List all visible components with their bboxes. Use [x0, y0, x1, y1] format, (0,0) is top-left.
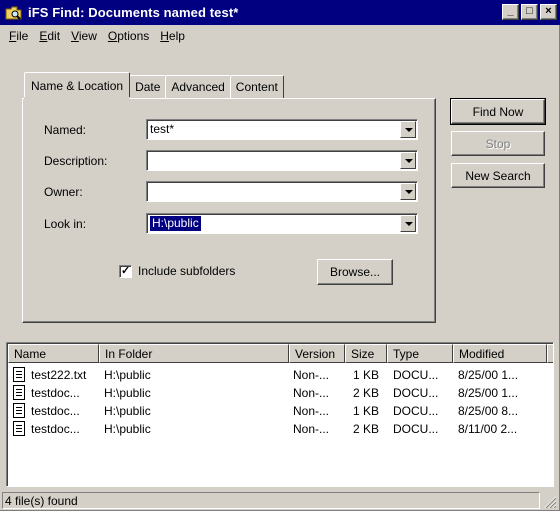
cell-version: Non-...: [293, 422, 330, 436]
cell-type: DOCU...: [393, 368, 439, 382]
new-search-button[interactable]: New Search: [451, 163, 545, 188]
cell-folder: H:\public: [104, 404, 151, 418]
browse-button[interactable]: Browse...: [317, 259, 393, 285]
cell-size: 1 KB: [353, 404, 380, 418]
cell-version: Non-...: [293, 386, 330, 400]
cell-version: Non-...: [293, 368, 330, 382]
menu-file[interactable]: File: [4, 29, 34, 43]
resize-grip-icon[interactable]: [543, 495, 557, 509]
tab-strip: Name & Location Date Advanced Content: [24, 72, 284, 100]
results-list[interactable]: Name In Folder Version Size Type Modifie…: [6, 342, 554, 487]
cell-name: testdoc...: [31, 404, 80, 418]
table-row[interactable]: test222.txt H:\public Non-... 1 KB DOCU.…: [8, 367, 548, 384]
tab-label: Name & Location: [31, 78, 124, 93]
tab-content[interactable]: Content: [229, 75, 284, 98]
cell-version: Non-...: [293, 404, 330, 418]
column-header-in-folder[interactable]: In Folder: [99, 344, 289, 363]
column-header-filler: [547, 344, 553, 363]
tab-panel-name-location: Named: test* Description: Owner: Look in…: [22, 98, 436, 323]
close-button[interactable]: ×: [540, 4, 557, 20]
column-header-type[interactable]: Type: [387, 344, 453, 363]
chevron-down-icon: [405, 159, 413, 163]
cell-modified: 8/11/00 2...: [458, 422, 518, 436]
description-combobox[interactable]: [146, 150, 418, 171]
cell-folder: H:\public: [104, 386, 151, 400]
close-icon: ×: [545, 5, 552, 17]
document-icon: [13, 403, 25, 418]
cell-name: testdoc...: [31, 386, 80, 400]
tab-name-location[interactable]: Name & Location: [24, 72, 131, 100]
cell-folder: H:\public: [104, 422, 151, 436]
column-header-version[interactable]: Version: [289, 344, 345, 363]
menu-edit[interactable]: Edit: [34, 29, 66, 43]
document-icon: [13, 385, 25, 400]
tab-date[interactable]: Date: [129, 75, 167, 98]
named-dropdown-button[interactable]: [400, 121, 416, 138]
browse-label: Browse...: [329, 265, 380, 279]
chevron-down-icon: [405, 190, 413, 194]
maximize-button[interactable]: □: [521, 4, 538, 20]
tab-label: Advanced: [171, 80, 225, 94]
cell-modified: 8/25/00 1...: [458, 368, 519, 382]
chevron-down-icon: [405, 128, 413, 132]
title-bar[interactable]: iFS Find: Documents named test* _ □ ×: [0, 0, 560, 25]
named-combobox[interactable]: test*: [146, 119, 418, 140]
chevron-down-icon: [405, 222, 413, 226]
maximize-icon: □: [526, 5, 533, 17]
minimize-button[interactable]: _: [502, 4, 519, 20]
look-in-dropdown-button[interactable]: [400, 215, 416, 232]
look-in-combobox[interactable]: H:\public: [146, 213, 418, 234]
menu-options[interactable]: Options: [103, 29, 155, 43]
description-label: Description:: [44, 154, 108, 168]
stop-button[interactable]: Stop: [451, 131, 545, 156]
menu-help[interactable]: Help: [155, 29, 191, 43]
cell-type: DOCU...: [393, 404, 439, 418]
column-header-modified[interactable]: Modified: [453, 344, 547, 363]
cell-size: 1 KB: [353, 368, 380, 382]
cell-name: test222.txt: [31, 368, 87, 382]
find-folder-icon: [5, 5, 23, 21]
find-window: iFS Find: Documents named test* _ □ × Fi…: [0, 0, 560, 511]
owner-combobox[interactable]: [146, 181, 418, 202]
include-subfolders-checkbox[interactable]: ✓: [119, 264, 132, 278]
tab-label: Content: [235, 80, 278, 94]
stop-label: Stop: [485, 136, 511, 151]
status-text: 4 file(s) found: [2, 492, 540, 509]
document-icon: [13, 421, 25, 436]
document-icon: [13, 367, 25, 382]
column-header-name[interactable]: Name: [8, 344, 99, 363]
table-row[interactable]: testdoc... H:\public Non-... 2 KB DOCU..…: [8, 421, 548, 438]
minimize-icon: _: [507, 5, 514, 17]
owner-label: Owner:: [44, 185, 83, 199]
description-dropdown-button[interactable]: [400, 152, 416, 169]
find-now-label: Find Now: [472, 104, 524, 119]
include-subfolders-option[interactable]: ✓ Include subfolders: [119, 264, 235, 278]
window-title: iFS Find: Documents named test*: [28, 5, 239, 20]
menu-view[interactable]: View: [66, 29, 103, 43]
owner-dropdown-button[interactable]: [400, 183, 416, 200]
cell-name: testdoc...: [31, 422, 80, 436]
cell-modified: 8/25/00 1...: [458, 386, 519, 400]
tab-advanced[interactable]: Advanced: [165, 75, 231, 98]
column-header-size[interactable]: Size: [345, 344, 387, 363]
look-in-label: Look in:: [44, 217, 87, 231]
new-search-label: New Search: [465, 168, 531, 183]
checkmark-icon: ✓: [121, 264, 131, 277]
look-in-value: H:\public: [150, 216, 201, 231]
table-row[interactable]: testdoc... H:\public Non-... 2 KB DOCU..…: [8, 385, 548, 402]
named-label: Named:: [44, 123, 87, 137]
cell-folder: H:\public: [104, 368, 151, 382]
cell-size: 2 KB: [353, 422, 380, 436]
cell-type: DOCU...: [393, 422, 439, 436]
include-subfolders-label: Include subfolders: [138, 264, 236, 278]
cell-type: DOCU...: [393, 386, 439, 400]
cell-size: 2 KB: [353, 386, 380, 400]
status-bar: 4 file(s) found: [0, 491, 559, 510]
named-value: test*: [150, 122, 175, 136]
cell-modified: 8/25/00 8...: [458, 404, 519, 418]
tab-label: Date: [135, 80, 161, 94]
find-now-button[interactable]: Find Now: [450, 98, 546, 125]
menu-bar: File Edit View Options Help: [0, 26, 191, 46]
table-row[interactable]: testdoc... H:\public Non-... 1 KB DOCU..…: [8, 403, 548, 420]
